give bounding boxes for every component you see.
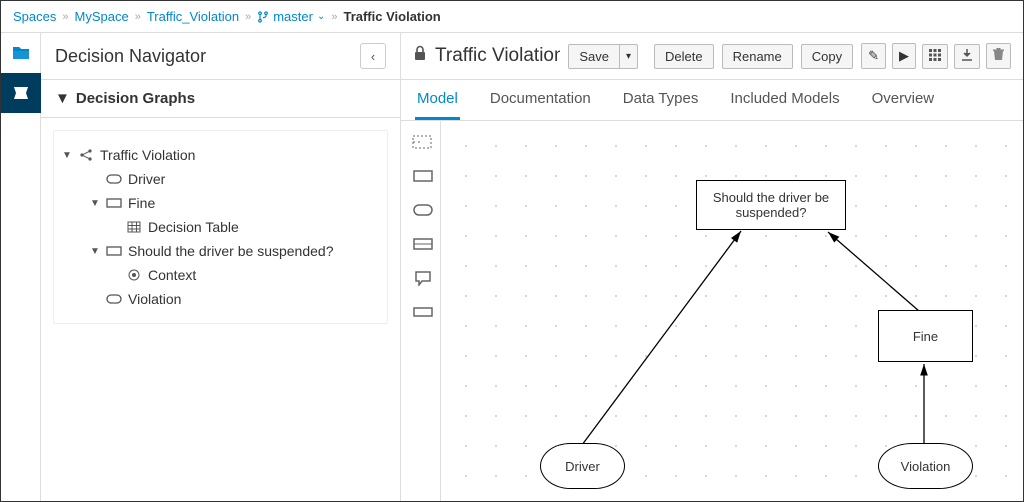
rail-navigator-tab[interactable] bbox=[1, 73, 41, 113]
breadcrumb-project[interactable]: Traffic_Violation bbox=[147, 9, 239, 24]
palette-split-rect[interactable] bbox=[408, 229, 438, 259]
node-label: Driver bbox=[565, 459, 600, 474]
chevron-left-icon: ‹ bbox=[371, 49, 375, 64]
decision-navigator-panel: Decision Navigator ‹ ▼ Decision Graphs ▼… bbox=[41, 33, 401, 501]
tab-datatypes[interactable]: Data Types bbox=[621, 80, 701, 120]
editor-pane: Traffic Violation.dmn -... ⌄ Save ▾ Dele… bbox=[401, 33, 1023, 501]
pill-icon bbox=[106, 171, 122, 187]
save-button[interactable]: Save bbox=[568, 44, 620, 69]
tree-label: Violation bbox=[128, 291, 181, 307]
tab-overview[interactable]: Overview bbox=[870, 80, 937, 120]
breadcrumb-myspace[interactable]: MySpace bbox=[75, 9, 129, 24]
tree-label: Should the driver be suspended? bbox=[128, 243, 333, 259]
context-icon bbox=[126, 267, 142, 283]
download-icon bbox=[961, 49, 973, 64]
node-violation[interactable]: Violation bbox=[878, 443, 973, 489]
file-title: Traffic Violation.dmn -... bbox=[435, 45, 560, 67]
edit-button[interactable]: ✎ bbox=[861, 43, 886, 69]
palette-tool-lasso[interactable] bbox=[408, 127, 438, 157]
trash-button[interactable] bbox=[986, 43, 1011, 69]
download-button[interactable] bbox=[954, 44, 980, 69]
node-label: Should the driver be suspended? bbox=[701, 190, 841, 220]
tree-label: Fine bbox=[128, 195, 155, 211]
node-fine[interactable]: Fine bbox=[878, 310, 973, 362]
tree-node-fine[interactable]: ▼ Fine bbox=[62, 191, 379, 215]
decision-graphs-section[interactable]: ▼ Decision Graphs bbox=[41, 80, 400, 118]
breadcrumb: Spaces » MySpace » Traffic_Violation » m… bbox=[1, 1, 1023, 33]
rect-icon bbox=[106, 243, 122, 259]
rect-icon bbox=[106, 195, 122, 211]
palette-annotation[interactable] bbox=[408, 263, 438, 293]
rail-explorer-tab[interactable] bbox=[1, 33, 41, 73]
table-icon bbox=[126, 219, 142, 235]
tree-node-violation[interactable]: Violation bbox=[62, 287, 379, 311]
breadcrumb-current: Traffic Violation bbox=[343, 9, 440, 24]
tree-label: Driver bbox=[128, 171, 165, 187]
copy-button[interactable]: Copy bbox=[801, 44, 853, 69]
tree-node-driver[interactable]: Driver bbox=[62, 167, 379, 191]
branch-name: master bbox=[273, 9, 313, 24]
chevron-right-icon: » bbox=[62, 11, 68, 23]
tree-label: Context bbox=[148, 267, 196, 283]
grid-button[interactable] bbox=[922, 44, 948, 69]
sidebar-title: Decision Navigator bbox=[55, 46, 206, 67]
caret-down-icon: ▼ bbox=[90, 198, 100, 209]
tab-model[interactable]: Model bbox=[415, 80, 460, 120]
save-dropdown-button[interactable]: ▾ bbox=[620, 44, 638, 69]
shape-palette bbox=[405, 121, 441, 501]
tree-label: Decision Table bbox=[148, 219, 239, 235]
share-icon bbox=[78, 147, 94, 163]
tab-documentation[interactable]: Documentation bbox=[488, 80, 593, 120]
caret-down-icon: ▼ bbox=[55, 90, 70, 107]
node-should[interactable]: Should the driver be suspended? bbox=[696, 180, 846, 230]
chevron-down-icon: ⌄ bbox=[317, 11, 325, 22]
left-rail bbox=[1, 33, 41, 501]
delete-button[interactable]: Delete bbox=[654, 44, 714, 69]
lock-icon bbox=[413, 45, 427, 67]
caret-down-icon: ▼ bbox=[62, 150, 72, 161]
node-label: Fine bbox=[913, 329, 938, 344]
play-icon: ▶ bbox=[899, 48, 909, 64]
chevron-right-icon: » bbox=[245, 11, 251, 23]
rename-button[interactable]: Rename bbox=[722, 44, 793, 69]
tree-node-context[interactable]: Context bbox=[62, 263, 379, 287]
tree-node-decision-table[interactable]: Decision Table bbox=[62, 215, 379, 239]
save-button-group: Save ▾ bbox=[568, 44, 638, 69]
node-driver[interactable]: Driver bbox=[540, 443, 625, 489]
section-label: Decision Graphs bbox=[76, 90, 195, 107]
pill-icon bbox=[106, 291, 122, 307]
palette-rounded-rect[interactable] bbox=[408, 195, 438, 225]
pencil-icon: ✎ bbox=[868, 48, 879, 64]
branch-icon bbox=[257, 10, 269, 24]
breadcrumb-spaces[interactable]: Spaces bbox=[13, 9, 56, 24]
diagram-canvas[interactable]: Should the driver be suspended? Fine Dri… bbox=[441, 121, 1023, 501]
editor-tabs: Model Documentation Data Types Included … bbox=[401, 80, 1023, 121]
tree-label: Traffic Violation bbox=[100, 147, 195, 163]
tree-node-root[interactable]: ▼ Traffic Violation bbox=[62, 143, 379, 167]
branch-selector[interactable]: master ⌄ bbox=[257, 9, 325, 24]
caret-down-icon: ▼ bbox=[90, 246, 100, 257]
grid-icon bbox=[929, 49, 941, 64]
palette-rect[interactable] bbox=[408, 161, 438, 191]
run-button[interactable]: ▶ bbox=[892, 43, 916, 69]
palette-wide-rect[interactable] bbox=[408, 297, 438, 327]
tab-included-models[interactable]: Included Models bbox=[728, 80, 841, 120]
collapse-sidebar-button[interactable]: ‹ bbox=[360, 43, 386, 69]
chevron-right-icon: » bbox=[331, 11, 337, 23]
node-label: Violation bbox=[901, 459, 951, 474]
chevron-right-icon: » bbox=[135, 11, 141, 23]
trash-icon bbox=[993, 48, 1004, 64]
chevron-down-icon: ▾ bbox=[626, 51, 631, 62]
tree-node-should[interactable]: ▼ Should the driver be suspended? bbox=[62, 239, 379, 263]
decision-tree: ▼ Traffic Violation Driver ▼ Fine bbox=[53, 130, 388, 324]
editor-header: Traffic Violation.dmn -... ⌄ Save ▾ Dele… bbox=[401, 33, 1023, 80]
